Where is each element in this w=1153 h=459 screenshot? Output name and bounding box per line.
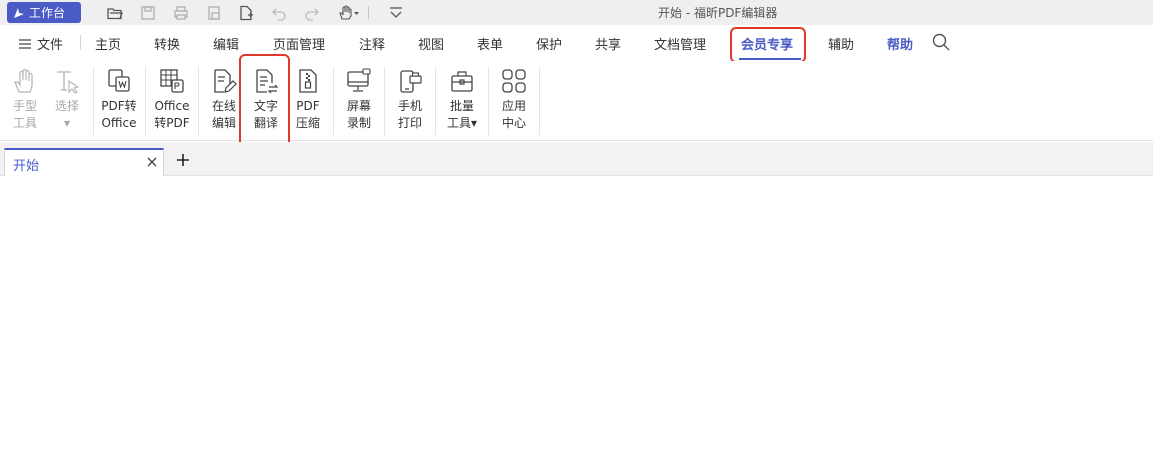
online-edit-label-1: 在线 [211,99,236,113]
tab-convert[interactable]: 转换 [154,34,180,53]
menu-icon [19,38,31,49]
tab-view[interactable]: 视图 [418,34,444,53]
spreadsheet-to-pdf-icon [158,67,186,95]
ribbon-divider [488,67,489,135]
pdf-compress-button[interactable]: PDF 压缩 [285,67,331,137]
hand-tool-label-1: 手型 [12,99,37,113]
close-tab-icon[interactable] [145,155,159,169]
select-tool-dropdown-caret: ▾ [63,116,71,130]
office-to-pdf-label-2: 转PDF [154,116,190,130]
document-area [0,176,1153,459]
pdf-compress-label-1: PDF [296,99,320,113]
customize-toolbar-icon[interactable] [386,3,406,23]
search-icon[interactable] [932,33,950,55]
app-center-label-2: 中心 [501,116,526,130]
tab-home[interactable]: 主页 [95,34,121,53]
tab-form[interactable]: 表单 [477,34,503,53]
select-tool-label: 选择 [54,99,79,113]
document-tab-title: 开始 [13,159,40,174]
tab-document-management[interactable]: 文档管理 [654,34,706,53]
phone-print-button[interactable]: 手机 打印 [387,67,433,137]
pdf-to-office-label-2: Office [101,116,137,130]
office-to-pdf-button[interactable]: Office 转PDF [149,67,195,137]
ribbon-divider [333,67,334,135]
tab-help[interactable]: 帮助 [887,34,913,53]
member-tab-highlight [730,27,806,63]
mobile-print-icon [396,67,424,95]
ribbon-divider [198,67,199,135]
tab-assist[interactable]: 辅助 [828,34,854,53]
open-file-icon[interactable] [105,3,125,23]
save-icon[interactable] [138,3,158,23]
pdf-to-office-label-1: PDF转 [101,99,137,113]
text-select-icon [53,67,81,95]
pdf-to-word-icon [105,67,133,95]
menu-divider [80,35,81,50]
phone-print-label-2: 打印 [397,116,422,130]
compress-file-icon [294,67,322,95]
online-edit-label-2: 编辑 [211,116,236,130]
document-edit-icon [210,67,238,95]
tab-share[interactable]: 共享 [595,34,621,53]
pdf-compress-label-2: 压缩 [295,116,320,130]
screen-record-icon [345,67,373,95]
hand-tool-button[interactable]: 手型 工具 [2,67,48,137]
undo-icon[interactable] [269,3,289,23]
pdf-to-office-button[interactable]: PDF转 Office [96,67,142,137]
ribbon-divider [435,67,436,135]
window-title: 开始 - 福昕PDF编辑器 [658,6,778,20]
batch-tools-button[interactable]: 批量 工具▾ [439,67,485,137]
hand-tool-label-2: 工具 [12,116,37,130]
ribbon-divider [93,67,94,135]
hand-mode-dropdown[interactable] [336,3,362,23]
hand-icon [11,67,39,95]
select-tool-button[interactable]: 选择 ▾ [44,67,90,137]
translate-button-highlight [239,54,290,156]
ribbon-toolbar: 手型 工具 选择 ▾ PDF转 Office Office 转PDF 在线 编辑 [0,61,1153,141]
tab-page-management[interactable]: 页面管理 [273,34,325,53]
file-menu-label: 文件 [37,38,64,53]
toolbox-icon [448,67,476,95]
app-center-label-1: 应用 [501,99,526,113]
batch-tools-label-1: 批量 [449,99,474,113]
screen-record-button[interactable]: 屏幕 录制 [336,67,382,137]
quick-access-divider [368,6,369,19]
scan-icon[interactable] [204,3,224,23]
document-tab-start[interactable]: 开始 [4,148,164,176]
ribbon-divider [384,67,385,135]
redo-icon[interactable] [302,3,322,23]
tab-comment[interactable]: 注释 [359,34,385,53]
tab-edit[interactable]: 编辑 [213,34,239,53]
screen-record-label-1: 屏幕 [346,99,371,113]
menu-bar: 文件 主页 转换 编辑 页面管理 注释 视图 表单 保护 共享 文档管理 会员专… [0,25,1153,61]
workbench-label: 工作台 [29,6,66,20]
app-grid-icon [500,67,528,95]
phone-print-label-1: 手机 [397,99,422,113]
app-center-button[interactable]: 应用 中心 [491,67,537,137]
tab-protect[interactable]: 保护 [536,34,562,53]
title-bar: 工作台 开始 - 福昕PDF编辑器 [0,0,1153,25]
new-file-icon[interactable] [236,3,256,23]
document-tab-bar: 开始 [0,142,1153,176]
new-tab-icon[interactable] [175,152,191,168]
ribbon-divider [145,67,146,135]
batch-tools-label-2: 工具▾ [446,116,478,130]
workbench-icon [14,7,24,18]
file-menu[interactable]: 文件 [19,34,63,53]
workbench-button[interactable]: 工作台 [7,2,81,23]
screen-record-label-2: 录制 [346,116,371,130]
ribbon-divider [539,67,540,135]
office-to-pdf-label-1: Office [154,99,190,113]
print-icon[interactable] [171,3,191,23]
